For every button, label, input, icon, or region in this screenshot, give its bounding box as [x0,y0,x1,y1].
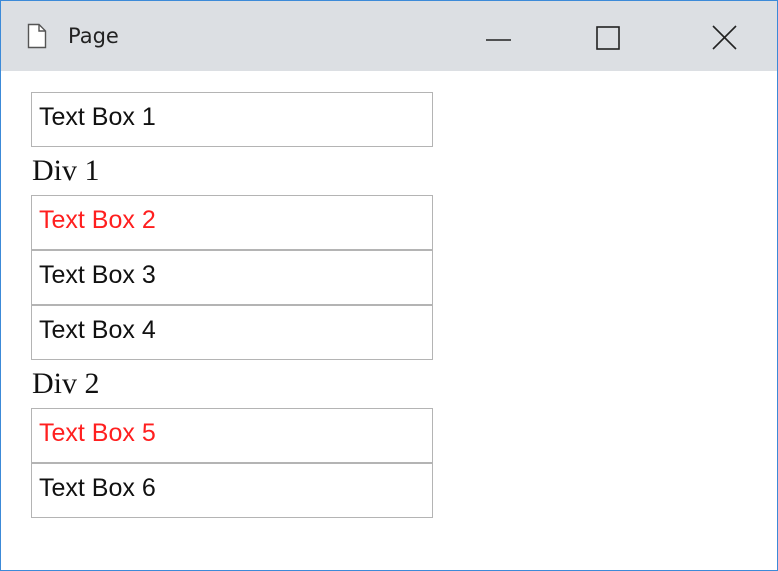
text-box-2[interactable]: Text Box 2 [31,195,433,250]
div-1-label: Div 1 [32,154,100,187]
text-box-5[interactable]: Text Box 5 [31,408,433,463]
close-icon[interactable] [710,21,740,51]
div-2-label: Div 2 [32,367,100,400]
page-icon [27,23,47,49]
text-box-3[interactable]: Text Box 3 [31,250,433,305]
text-box-6[interactable]: Text Box 6 [31,463,433,518]
minimize-icon[interactable] [484,21,514,51]
maximize-icon[interactable] [595,21,625,51]
app-window: Page Text Box 1 Div 1 Text Box 2 Text Bo… [0,0,778,571]
title-bar[interactable]: Page [1,1,777,71]
window-title: Page [68,24,119,48]
text-box-4[interactable]: Text Box 4 [31,305,433,360]
text-box-1[interactable]: Text Box 1 [31,92,433,147]
page-content: Text Box 1 Div 1 Text Box 2 Text Box 3 T… [31,92,433,518]
